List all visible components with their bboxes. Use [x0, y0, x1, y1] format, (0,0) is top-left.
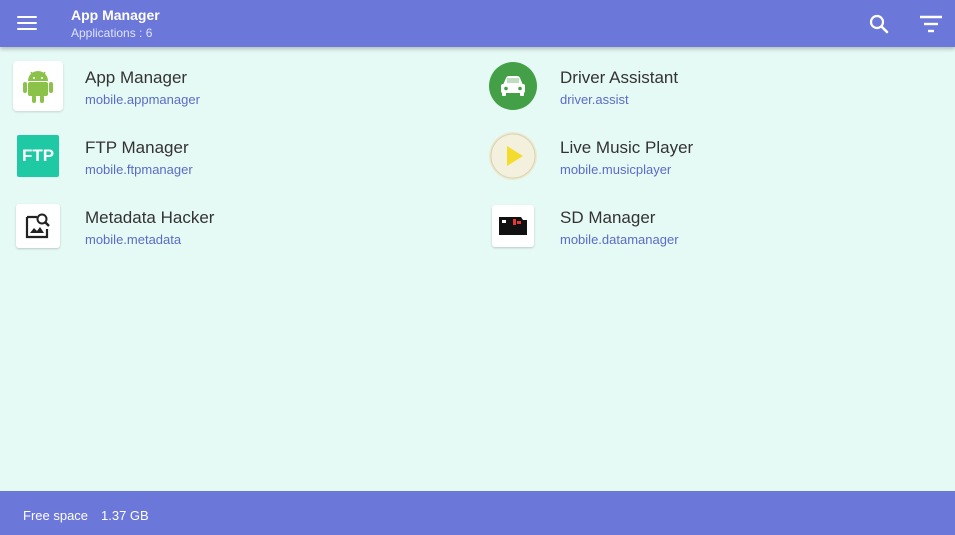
- app-name: Driver Assistant: [560, 68, 679, 87]
- search-icon[interactable]: [866, 11, 892, 37]
- android-icon: [13, 61, 63, 111]
- ftp-icon-text: FTP: [17, 135, 59, 177]
- ftp-icon: FTP: [13, 131, 63, 181]
- app-package: mobile.ftpmanager: [85, 162, 193, 177]
- app-item-live-music-player[interactable]: Live Music Player mobile.musicplayer: [475, 122, 945, 190]
- app-item-app-manager[interactable]: App Manager mobile.appmanager: [0, 52, 470, 120]
- app-name: App Manager: [85, 68, 188, 87]
- play-icon: [488, 131, 538, 181]
- app-name: FTP Manager: [85, 138, 189, 157]
- applications-count: Applications : 6: [71, 26, 153, 40]
- app-name: SD Manager: [560, 208, 656, 227]
- app-item-sd-manager[interactable]: SD Manager mobile.datamanager: [475, 192, 945, 260]
- image-search-icon: [16, 204, 60, 248]
- app-item-driver-assistant[interactable]: Driver Assistant driver.assist: [475, 52, 945, 120]
- app-item-metadata-hacker[interactable]: Metadata Hacker mobile.metadata: [0, 192, 470, 260]
- app-package: mobile.metadata: [85, 232, 182, 247]
- app-item-ftp-manager[interactable]: FTP FTP Manager mobile.ftpmanager: [0, 122, 470, 190]
- free-space-value: 1.37 GB: [101, 508, 149, 523]
- app-package: driver.assist: [560, 92, 629, 107]
- status-bar: Free space 1.37 GB: [0, 491, 955, 535]
- app-package: mobile.musicplayer: [560, 162, 672, 177]
- page-title: App Manager: [71, 7, 160, 23]
- menu-icon[interactable]: [14, 11, 40, 35]
- app-name: Live Music Player: [560, 138, 694, 157]
- sd-card-icon: [492, 205, 534, 247]
- app-package: mobile.appmanager: [85, 92, 200, 107]
- app-package: mobile.datamanager: [560, 232, 679, 247]
- car-icon: [488, 61, 538, 111]
- app-bar: App Manager Applications : 6: [0, 0, 955, 47]
- filter-icon[interactable]: [917, 12, 945, 36]
- free-space-label: Free space: [23, 508, 89, 523]
- app-name: Metadata Hacker: [85, 208, 215, 227]
